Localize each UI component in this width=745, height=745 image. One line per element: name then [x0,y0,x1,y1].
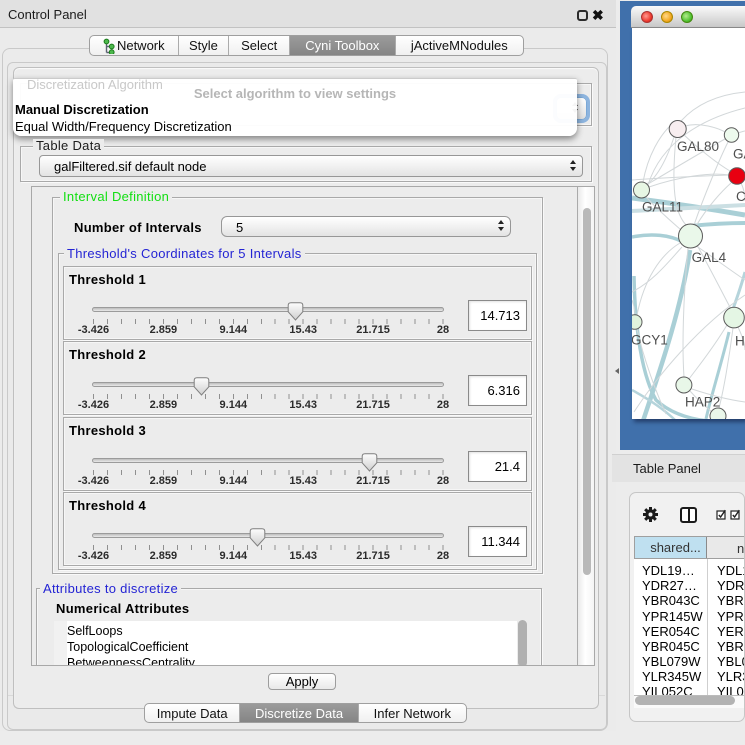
svg-text:GAL80: GAL80 [677,139,719,154]
svg-text:GCY1: GCY1 [632,333,668,348]
svg-text:C: C [736,189,745,204]
svg-text:GAL11: GAL11 [642,200,683,215]
svg-text:HAP2: HAP2 [685,395,720,410]
svg-text:GA: GA [733,147,745,162]
svg-text:H: H [735,334,745,349]
svg-text:GAL4: GAL4 [692,250,727,265]
